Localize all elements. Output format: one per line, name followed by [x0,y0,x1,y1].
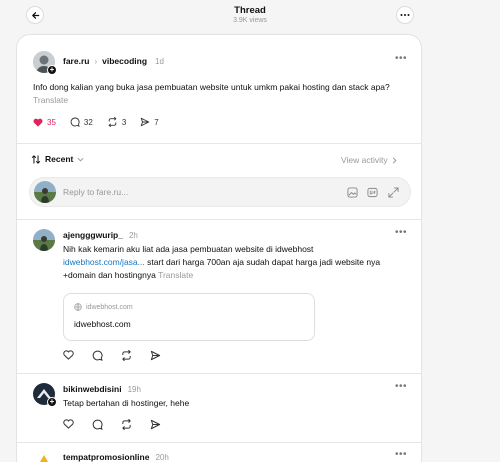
avatar [34,181,56,203]
reply-actions [63,350,161,361]
send-icon[interactable] [150,350,161,361]
share-count: 7 [154,117,159,127]
sort-label: Recent [45,154,74,164]
send-icon[interactable] [150,419,161,430]
comment-count: 32 [83,117,93,127]
reply-link[interactable]: idwebhost.com/jasa... [63,257,145,267]
community-name[interactable]: vibecoding [102,56,147,66]
reply-placeholder: Reply to fare.ru... [63,187,129,197]
like-button[interactable]: 35 [33,117,56,127]
image-icon[interactable] [347,187,358,198]
view-activity-link[interactable]: View activity [341,155,397,165]
comment-icon[interactable] [92,350,103,361]
follow-plus-icon[interactable]: + [47,65,57,75]
post-body: Info dong kalian yang buka jasa pembuata… [33,82,390,92]
chevron-right-icon [392,157,397,163]
post-time: 1d [155,57,164,66]
repost-icon [108,117,117,127]
gif-icon[interactable] [367,187,378,198]
reply-body: Nih kak kemarin aku liat ada jasa pembua… [63,244,314,254]
comment-icon[interactable] [92,419,103,430]
reply-username[interactable]: tempatpromosionline [63,452,149,462]
avatar[interactable] [33,229,55,251]
post-actions: 35 32 3 7 [33,117,159,127]
reply-more-icon[interactable]: ••• [395,381,407,392]
comment-icon [70,117,80,127]
repost-icon[interactable] [121,350,132,361]
reply-header: tempatpromosionline 20h [63,452,169,462]
heart-icon[interactable] [63,350,74,360]
reply-header: bikinwebdisini 19h [63,384,141,394]
link-card-title: idwebhost.com [74,319,131,329]
avatar[interactable] [33,451,55,462]
link-preview-card[interactable]: idwebhost.com idwebhost.com [63,293,315,341]
more-options-button[interactable] [396,6,414,24]
post-username[interactable]: fare.ru [63,56,89,66]
repost-button[interactable]: 3 [107,117,126,127]
link-card-domain-row: idwebhost.com [74,303,133,311]
view-activity-label: View activity [341,155,388,165]
thread-card: + fare.ru › vibecoding 1d ••• Info dong … [16,34,422,462]
translate-link[interactable]: Translate [158,270,193,280]
repost-count: 3 [121,117,127,127]
divider [17,143,421,144]
chevron-down-icon [77,157,84,161]
link-card-domain: idwebhost.com [86,303,133,311]
reply-header: ajengggwurip_ 2h [63,230,138,240]
reply-time: 19h [127,385,141,394]
follow-plus-icon[interactable]: + [47,397,57,407]
post-text: Info dong kalian yang buka jasa pembuata… [33,81,403,107]
top-bar: Thread 3.9K views [0,0,500,34]
reply-text: Nih kak kemarin aku liat ada jasa pembua… [63,243,411,282]
sort-dropdown[interactable]: Recent [31,154,84,164]
more-horizontal-icon [400,14,410,16]
repost-icon[interactable] [121,419,132,430]
divider [17,373,421,374]
translate-link[interactable]: Translate [33,95,68,105]
reply-more-icon[interactable]: ••• [395,449,407,460]
reply-actions [63,419,161,430]
heart-icon[interactable] [63,419,74,429]
reply-username[interactable]: ajengggwurip_ [63,230,123,240]
view-count: 3.9K views [233,17,267,24]
page-title: Thread [234,5,266,16]
like-count: 35 [47,117,56,127]
reply-time: 20h [155,453,169,462]
divider [17,219,421,220]
post-more-icon[interactable]: ••• [395,53,407,64]
reply-text: Tetap bertahan di hostinger, hehe [63,398,190,408]
share-button[interactable]: 7 [140,117,159,127]
reply-username[interactable]: bikinwebdisini [63,384,122,394]
send-icon [141,117,150,127]
post-header: fare.ru › vibecoding 1d [63,56,164,66]
divider [17,442,421,443]
sort-icon [31,154,41,164]
globe-icon [74,303,82,311]
expand-icon[interactable] [388,187,399,198]
reply-time: 2h [128,231,138,240]
reply-input[interactable]: Reply to fare.ru... [29,177,411,207]
heart-icon [33,118,43,127]
breadcrumb-separator: › [94,57,98,66]
comment-button[interactable]: 32 [70,117,93,127]
reply-more-icon[interactable]: ••• [395,227,407,238]
